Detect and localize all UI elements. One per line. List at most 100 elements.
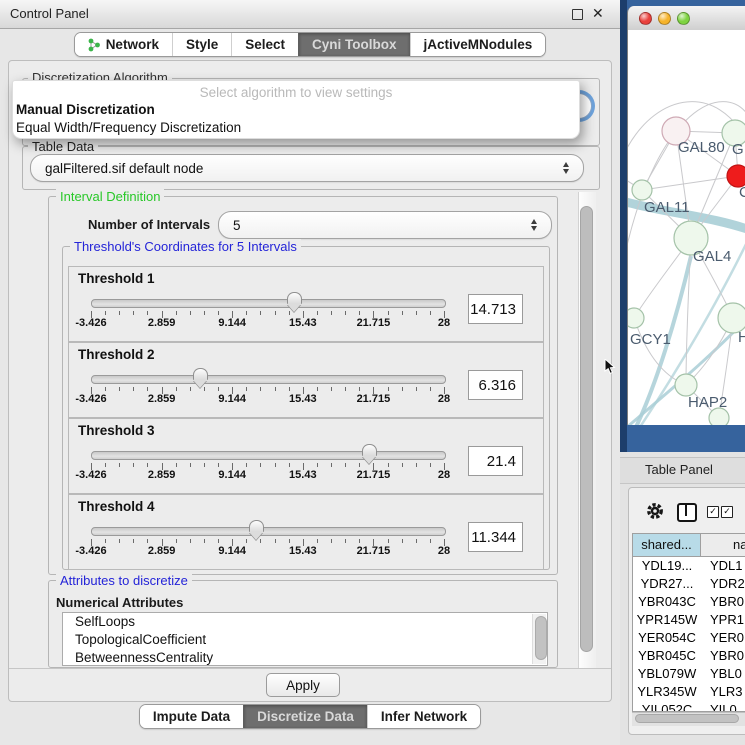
tick-mark (289, 387, 290, 391)
tick-mark (416, 463, 417, 467)
table-cell: YER054C (633, 629, 701, 647)
table-data-label: Table Data (28, 139, 98, 154)
table-row[interactable]: YLR345WYLR3 (633, 683, 745, 701)
table-row[interactable]: YBL079WYBL0 (633, 665, 745, 683)
tick-mark (133, 463, 134, 467)
tab-impute-data[interactable]: Impute Data (140, 705, 243, 728)
tick-mark (105, 463, 106, 467)
algorithm-option[interactable]: Manual Discretization (13, 101, 579, 119)
tab-style[interactable]: Style (172, 33, 231, 56)
threshold-slider-track[interactable] (91, 527, 446, 536)
threshold-slider-track[interactable] (91, 451, 446, 460)
minimize-traffic-light[interactable] (658, 12, 671, 25)
tick-mark (204, 463, 205, 467)
column-layout-icon[interactable] (677, 503, 697, 522)
threshold-slider-thumb[interactable] (249, 520, 264, 532)
zoom-traffic-light[interactable] (677, 12, 690, 25)
tick-mark (119, 387, 120, 391)
threshold-value-field[interactable]: 21.4 (468, 446, 523, 476)
network-node[interactable] (709, 408, 729, 425)
list-scrollbar[interactable] (532, 614, 546, 664)
network-node-gcy1[interactable] (628, 308, 644, 328)
table-row[interactable]: YBR043CYBR0 (633, 593, 745, 611)
settings-scrollbar-thumb[interactable] (580, 206, 593, 652)
top-tab-bar: Network StyleSelect Cyni Toolbox jActiveMNo… (0, 32, 620, 57)
tick-mark (176, 539, 177, 543)
network-node-label: C (739, 184, 745, 201)
tick-mark (388, 311, 389, 315)
tick-mark (190, 387, 191, 391)
network-node-hap2[interactable] (675, 374, 697, 396)
network-graph: GAL80G.GAL11CGAL4GCY1HHAP2 (628, 30, 745, 425)
tick-mark (402, 539, 403, 543)
table-cell: YDL19... (633, 557, 701, 575)
tick-label: 9.144 (202, 317, 262, 329)
table-row[interactable]: YIL052CYIL0 (633, 701, 745, 712)
tab-cyni-toolbox[interactable]: Cyni Toolbox (298, 33, 410, 56)
threshold-value-field[interactable]: 14.713 (468, 294, 523, 324)
list-item[interactable]: SelfLoops (63, 613, 547, 631)
tick-mark (147, 311, 148, 315)
tick-mark (289, 311, 290, 315)
close-traffic-light[interactable] (639, 12, 652, 25)
tick-mark (190, 311, 191, 315)
tab-infer-network[interactable]: Infer Network (367, 705, 480, 728)
float-window-icon[interactable] (572, 9, 583, 20)
list-item[interactable]: BetweennessCentrality (63, 649, 547, 666)
threshold-value-field[interactable]: 6.316 (468, 370, 523, 400)
close-icon[interactable]: ✕ (592, 5, 604, 22)
tab-label: Network (106, 37, 159, 52)
checkbox-icon[interactable]: ✓ (721, 506, 733, 518)
table-data-combobox[interactable]: galFiltered.sif default node (30, 154, 584, 182)
tab-label: Cyni Toolbox (312, 37, 397, 52)
threshold-slider-thumb[interactable] (362, 444, 377, 456)
network-canvas[interactable]: GAL80G.GAL11CGAL4GCY1HHAP2 (628, 30, 745, 425)
table-row[interactable]: YER054CYER0 (633, 629, 745, 647)
threshold-panel: Threshold 3-3.4262.8599.14415.4321.71528… (68, 418, 544, 494)
tick-mark (331, 311, 332, 315)
list-item[interactable]: TopologicalCoefficient (63, 631, 547, 649)
column-header[interactable]: na (701, 534, 745, 556)
column-header[interactable]: shared... (633, 534, 701, 556)
tick-mark (133, 539, 134, 543)
control-panel-titlebar (0, 0, 620, 29)
tab-network[interactable]: Network (75, 33, 172, 56)
threshold-slider-thumb[interactable] (193, 368, 208, 380)
table-row[interactable]: YBR045CYBR0 (633, 647, 745, 665)
table-cell: YBL079W (633, 665, 701, 683)
tick-mark (430, 463, 431, 467)
tick-label: 9.144 (202, 545, 262, 557)
network-node-gal11[interactable] (632, 180, 652, 200)
number-of-intervals-combobox[interactable]: 5 (218, 211, 552, 239)
table-row[interactable]: YDR27...YDR2 (633, 575, 745, 593)
tick-mark (275, 539, 276, 543)
tick-label: 15.43 (273, 393, 333, 405)
tick-mark (204, 387, 205, 391)
tick-mark (317, 539, 318, 543)
table-header-row: shared...na (633, 534, 745, 557)
tick-mark (260, 311, 261, 315)
gear-icon[interactable] (645, 501, 665, 521)
attribute-items: SelfLoopsTopologicalCoefficientBetweenne… (63, 613, 547, 666)
threshold-slider-track[interactable] (91, 375, 446, 384)
table-row[interactable]: YDL19...YDL1 (633, 557, 745, 575)
tick-mark (317, 387, 318, 391)
apply-button[interactable]: Apply (266, 673, 340, 697)
table-cell: YIL052C (633, 701, 701, 712)
tab-jactivemnodules[interactable]: jActiveMNodules (410, 33, 546, 56)
threshold-slider-thumb[interactable] (287, 292, 302, 304)
table-hscrollbar-thumb[interactable] (635, 714, 739, 723)
tab-select[interactable]: Select (231, 33, 298, 56)
threshold-slider-track[interactable] (91, 299, 446, 308)
threshold-value-field[interactable]: 11.344 (468, 522, 523, 552)
network-node-label: GAL80 (678, 139, 725, 156)
mouse-cursor (604, 359, 618, 375)
checkbox-icon[interactable]: ✓ (707, 506, 719, 518)
table-row[interactable]: YPR145WYPR1 (633, 611, 745, 629)
combo-stepper-icon (525, 219, 543, 231)
list-scrollbar-thumb[interactable] (535, 616, 547, 660)
table-cell: YBL0 (701, 665, 745, 683)
algorithm-option[interactable]: Equal Width/Frequency Discretization (13, 119, 579, 137)
combo-stepper-icon (557, 162, 575, 174)
tab-discretize-data[interactable]: Discretize Data (243, 705, 367, 728)
